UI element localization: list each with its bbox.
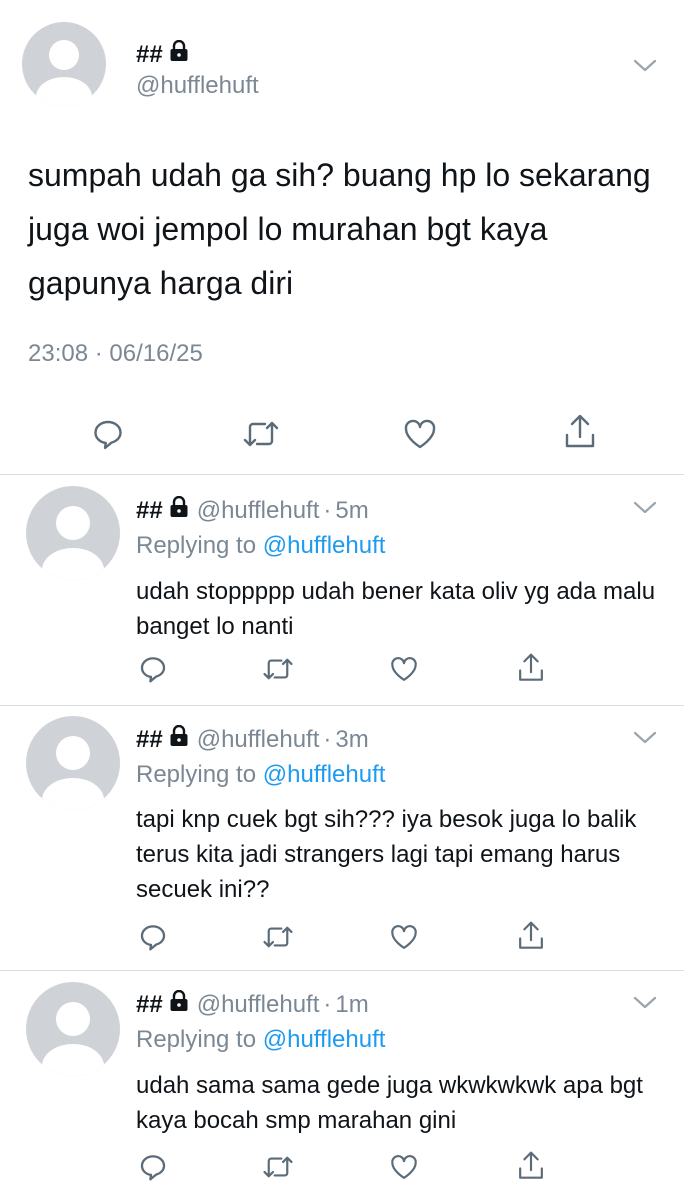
chevron-down-icon[interactable] xyxy=(632,730,658,751)
replying-label: Replying to xyxy=(136,1026,257,1053)
lock-icon xyxy=(169,39,189,69)
share-icon[interactable] xyxy=(514,650,548,686)
avatar[interactable] xyxy=(22,22,106,106)
separator-dot: · xyxy=(323,496,332,524)
heart-icon[interactable] xyxy=(387,920,421,954)
tweet-text: udah stoppppp udah bener kata oliv yg ad… xyxy=(136,578,656,640)
lock-icon xyxy=(169,989,189,1019)
display-name[interactable]: ## xyxy=(136,41,163,69)
separator-dot: · xyxy=(323,990,332,1018)
reply-icon[interactable] xyxy=(136,920,170,954)
divider xyxy=(0,970,684,971)
tweet-actions xyxy=(0,652,684,692)
display-name[interactable]: ## xyxy=(136,726,163,754)
share-icon[interactable] xyxy=(514,1148,548,1184)
chevron-down-icon[interactable] xyxy=(632,995,658,1016)
tweet-text: tapi knp cuek bgt sih??? iya besok juga … xyxy=(136,806,637,903)
divider xyxy=(0,474,684,475)
author-name-row: ## xyxy=(136,39,189,69)
reply-header: ## @hufflehuft · 3m xyxy=(136,724,369,754)
separator-dot: · xyxy=(323,725,332,753)
lock-icon xyxy=(169,724,189,754)
tweet-text: sumpah udah ga sih? buang hp lo sekarang… xyxy=(28,157,651,301)
avatar[interactable] xyxy=(26,716,120,810)
heart-icon[interactable] xyxy=(387,652,421,686)
replying-to: Replying to @hufflehuft xyxy=(136,1026,385,1054)
chevron-down-icon[interactable] xyxy=(632,500,658,521)
replying-to: Replying to @hufflehuft xyxy=(136,761,385,789)
replying-to: Replying to @hufflehuft xyxy=(136,532,385,560)
tweet-age[interactable]: 1m xyxy=(335,991,368,1019)
replying-label: Replying to xyxy=(136,532,257,559)
tweet-age[interactable]: 3m xyxy=(335,726,368,754)
tweet-timestamp[interactable]: 23:08 · 06/16/25 xyxy=(28,340,203,368)
author-handle[interactable]: @hufflehuft xyxy=(136,72,259,100)
avatar[interactable] xyxy=(26,486,120,580)
retweet-icon[interactable] xyxy=(260,920,296,954)
tweet-age[interactable]: 5m xyxy=(335,497,368,525)
replying-label: Replying to xyxy=(136,761,257,788)
reply-icon[interactable] xyxy=(88,414,128,454)
avatar[interactable] xyxy=(26,982,120,1076)
chevron-down-icon[interactable] xyxy=(632,58,658,79)
reply-icon[interactable] xyxy=(136,1150,170,1184)
retweet-icon[interactable] xyxy=(260,1150,296,1184)
replying-to-link[interactable]: @hufflehuft xyxy=(263,761,386,788)
replying-to-link[interactable]: @hufflehuft xyxy=(263,532,386,559)
display-name[interactable]: ## xyxy=(136,497,163,525)
tweet-actions xyxy=(0,920,684,960)
author-handle[interactable]: @hufflehuft xyxy=(197,497,320,525)
retweet-icon[interactable] xyxy=(241,414,281,454)
lock-icon xyxy=(169,495,189,525)
divider xyxy=(0,705,684,706)
share-icon[interactable] xyxy=(514,918,548,954)
heart-icon[interactable] xyxy=(387,1150,421,1184)
tweet-text: udah sama sama gede juga wkwkwkwk apa bg… xyxy=(136,1072,643,1134)
tweet-actions xyxy=(0,414,684,454)
replying-to-link[interactable]: @hufflehuft xyxy=(263,1026,386,1053)
tweet-actions xyxy=(0,1150,684,1190)
reply-header: ## @hufflehuft · 5m xyxy=(136,495,369,525)
reply-icon[interactable] xyxy=(136,652,170,686)
share-icon[interactable] xyxy=(560,410,600,454)
author-handle[interactable]: @hufflehuft xyxy=(197,991,320,1019)
reply-header: ## @hufflehuft · 1m xyxy=(136,989,369,1019)
display-name[interactable]: ## xyxy=(136,991,163,1019)
retweet-icon[interactable] xyxy=(260,652,296,686)
heart-icon[interactable] xyxy=(400,414,440,454)
author-handle[interactable]: @hufflehuft xyxy=(197,726,320,754)
